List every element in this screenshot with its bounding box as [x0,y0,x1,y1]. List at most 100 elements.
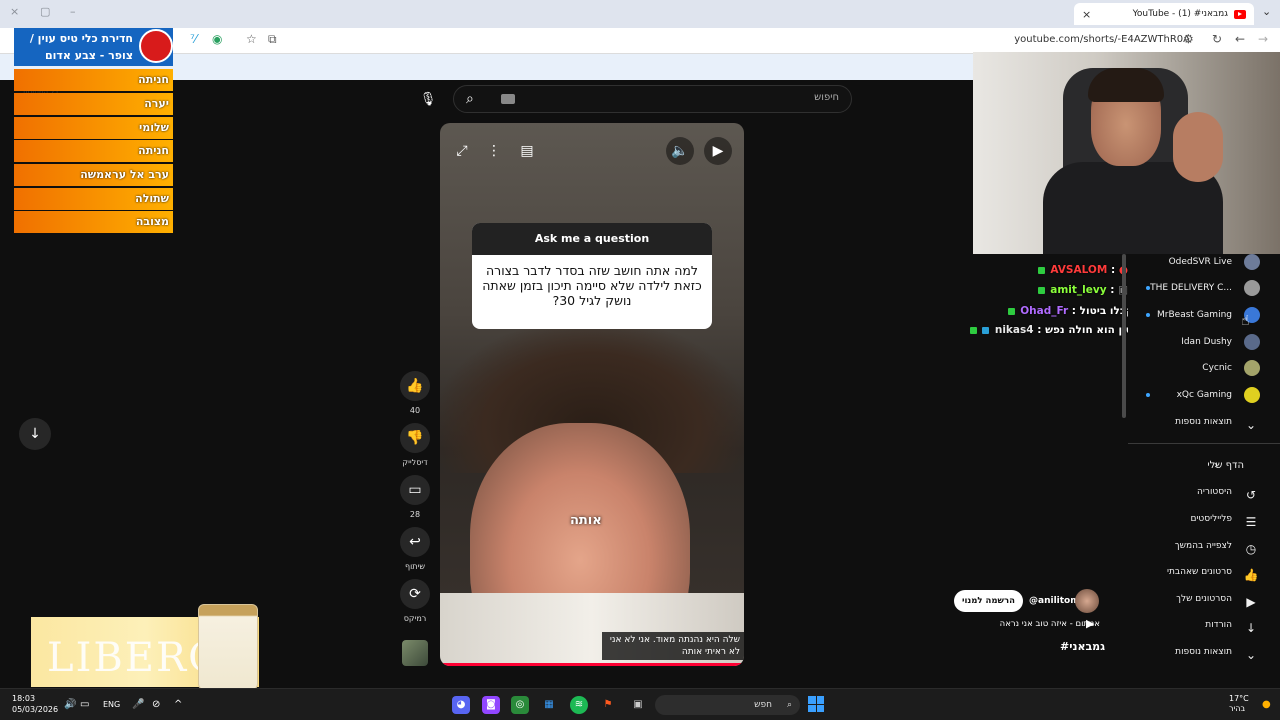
keyboard-icon[interactable] [501,94,515,104]
dislike-button[interactable]: 👎 דיסלייק [400,423,430,467]
hashtag-link[interactable]: #גמבאני [1060,640,1105,653]
sidebar-item-playlists[interactable]: פלייליסטים ☰ [1128,507,1268,531]
play-small-icon: ▶ [1086,617,1095,630]
apps-grid-icon[interactable]: ▦ [540,696,558,714]
translate-icon[interactable]: ⁷⁄ [190,32,197,46]
spotify-icon[interactable]: ≋ [570,696,588,714]
comment-count: 28 [409,510,421,519]
windows-start-icon[interactable] [808,696,824,712]
next-video-arrow-icon[interactable]: ↓ [19,418,51,450]
network-icon[interactable]: ▭ [80,699,89,710]
discord-icon[interactable]: ◕ [452,696,470,714]
sidebar-item-history[interactable]: היסטוריה ↺ [1128,480,1268,504]
sidebar-item-liked-videos[interactable]: סרטונים שאהבתי 👍 [1128,560,1268,584]
forward-icon[interactable]: → [1258,32,1268,46]
sidebar-item-downloads[interactable]: הורדות ↓ [1128,613,1268,637]
youtube-favicon-icon [1234,9,1246,19]
chevron-down-icon: ⌄ [1245,648,1257,662]
live-dot-icon [1146,313,1150,317]
playlists-icon: ☰ [1245,515,1257,529]
channel-avatar[interactable] [1075,589,1099,613]
sidebar-channel-idan[interactable]: Idan Dushy [1128,330,1268,354]
file-explorer-icon[interactable]: ▣ [629,696,647,714]
window-close-icon[interactable]: × [10,5,19,18]
sidebar-channel-cycnic[interactable]: Cycnic [1128,356,1268,380]
remix-button[interactable]: ⟳ רמיקס [400,579,430,623]
twitch-icon[interactable]: ◙ [482,696,500,714]
sidebar-channel-odedsvr[interactable]: OdedSVR Live [1128,250,1268,274]
video-title[interactable]: אניתום - איזה טוב אני נראה [980,619,1100,629]
clock-time: 18:03 [12,694,36,703]
video-progress-bar[interactable] [440,663,744,666]
channel-handle[interactable]: @anilitom [1029,596,1080,606]
app-icon[interactable]: ⚑ [599,696,617,714]
channel-avatar [1244,254,1260,270]
captions-icon[interactable]: ▤ [513,137,541,165]
channel-name: OdedSVR Live [1168,257,1232,267]
chat-badge-icon [1037,286,1045,294]
search-icon[interactable]: ⌕ [466,91,474,107]
taskbar-clock[interactable]: 18:03 05/03/2026 [12,693,58,715]
back-icon[interactable]: ← [1235,32,1245,46]
clock-icon: ◷ [1245,542,1257,556]
extension-grammarly-icon[interactable]: ◉ [212,32,222,46]
sidebar-show-more-subscriptions[interactable]: תוצאות נוספות ⌄ [1128,410,1268,434]
volume-icon[interactable]: 🔊 [64,699,76,710]
share-button[interactable]: ↩ שיתוף [400,527,430,571]
sidebar-item-label: היסטוריה [1197,487,1232,497]
window-restore-icon[interactable]: ▢ [40,5,50,18]
subscribe-button[interactable]: הרשמה למנוי [954,590,1023,612]
sound-thumbnail[interactable] [402,640,428,666]
question-sticker-header: Ask me a question [472,223,712,255]
dislike-label: דיסלייק [402,458,428,467]
microphone-icon[interactable]: 🎤 [132,699,144,710]
more-options-icon[interactable]: ⋮ [480,137,508,165]
download-icon: ↓ [1245,621,1257,635]
tab-list-chevron-icon[interactable]: ⌄ [1262,5,1271,18]
shorts-video-player[interactable]: ⤢ ⋮ ▤ 🔈 ▶ Ask me a question למה אתה חושב… [440,123,744,666]
live-dot-icon [1146,286,1150,290]
fullscreen-icon[interactable]: ⤢ [448,137,476,165]
comments-button[interactable]: ▭ 28 [400,475,430,519]
cast-icon[interactable]: ⧉ [268,32,277,47]
sidebar-show-more-you[interactable]: תוצאות נוספות ⌄ [1128,640,1268,664]
webcam-hair [1088,68,1164,102]
taskbar-weather[interactable]: 17°C בהיר [1229,694,1249,714]
play-icon[interactable]: ▶ [704,137,732,165]
window-minimize-icon[interactable]: – [70,5,76,18]
language-indicator[interactable]: ENG [103,700,120,709]
sidebar-item-watch-later[interactable]: לצפייה בהמשך ◷ [1128,534,1268,558]
bookmark-star-icon[interactable]: ☆ [246,32,257,46]
camera-off-icon[interactable]: ⊘ [152,699,160,710]
show-more-label: תוצאות נוספות [1175,417,1232,427]
search-input[interactable]: חיפוש [814,92,839,103]
notification-icon[interactable]: ● [1262,699,1271,710]
tray-chevron-up-icon[interactable]: ^ [174,699,182,710]
alert-logo-icon [139,29,173,63]
tab-close-icon[interactable]: × [1082,8,1091,21]
url-field[interactable]: youtube.com/shorts/-E4AZWThR0A [1014,34,1190,45]
chrome-icon[interactable]: ◎ [511,696,529,714]
site-settings-icon[interactable]: ⚙ [1183,32,1194,46]
like-button[interactable]: 👍 40 [400,371,430,415]
dislike-icon: 👎 [400,423,430,453]
taskbar-search[interactable]: חפש ⌕ [655,695,800,715]
browser-tab-bar: × ▢ – + × YouTube - גמבאני# (1) ⌄ [0,0,1280,28]
sidebar-channel-xqc[interactable]: xQc Gaming [1128,383,1268,407]
reload-icon[interactable]: ↻ [1212,32,1222,46]
browser-tab-youtube[interactable]: × YouTube - גמבאני# (1) [1074,3,1254,25]
alert-location: מצובה [14,211,173,233]
chat-badge-icon [982,326,990,334]
clock-date: 05/03/2026 [12,705,59,714]
sidebar-you-header[interactable]: הדף שלי › [1128,454,1268,478]
sidebar-item-your-videos[interactable]: הסרטונים שלך ▶ [1128,587,1268,611]
sidebar-channel-delivery[interactable]: THE DELIVERY C... [1128,276,1268,300]
chat-message: amit_levy : ▣ [1037,284,1128,296]
live-dot-icon [1146,393,1150,397]
stream-chat: AVSALOM : ● amit_levy : ▣ Ohad_Fr : קבלו… [969,246,1274,346]
search-bar[interactable]: ⌕ חיפוש [453,85,852,113]
history-icon: ↺ [1245,488,1257,502]
sidebar-scrollbar[interactable] [1122,254,1126,418]
volume-icon[interactable]: 🔈 [666,137,694,165]
voice-search-mic-icon[interactable]: 🎙 [417,89,439,111]
